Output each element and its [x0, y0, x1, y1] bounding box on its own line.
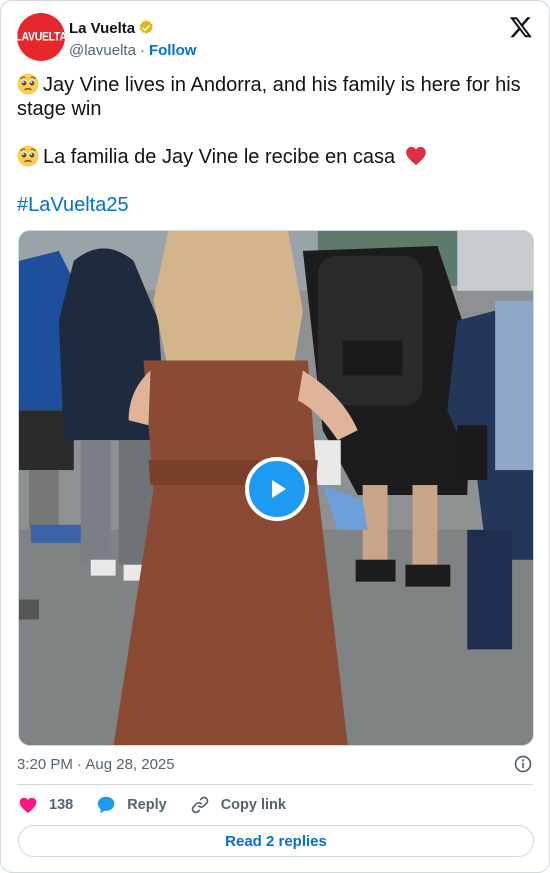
author-handle[interactable]: @lavuelta — [69, 42, 136, 59]
tweet-text: Jay Vine lives in Andorra, and his famil… — [17, 73, 535, 217]
tweet-line-spanish: La familia de Jay Vine le recibe en casa — [17, 145, 535, 169]
like-button[interactable]: 138 — [17, 794, 73, 816]
video-player[interactable] — [18, 230, 534, 746]
divider — [17, 784, 533, 785]
heart-icon — [17, 794, 39, 816]
follow-button[interactable]: Follow — [149, 42, 197, 59]
reply-label: Reply — [127, 797, 167, 813]
copy-link-label: Copy link — [220, 797, 286, 813]
action-bar: 138 Reply Copy link — [17, 793, 308, 817]
separator-dot: · — [139, 41, 145, 59]
tweet-text-line2: La familia de Jay Vine le recibe en casa — [43, 146, 396, 168]
red-heart-emoji — [405, 146, 426, 166]
author-info: La Vuelta @lavuelta · Follow — [69, 18, 196, 60]
reply-bubble-icon — [95, 794, 117, 816]
hashtag-link[interactable]: #LaVuelta25 — [17, 194, 129, 216]
tweet-text-line1: Jay Vine lives in Andorra, and his famil… — [17, 74, 521, 120]
tweet-header: LAVUELTA La Vuelta @lavuelta · Follow — [17, 13, 533, 63]
link-icon — [189, 794, 211, 816]
author-display-name[interactable]: La Vuelta — [69, 20, 135, 37]
copy-link-button[interactable]: Copy link — [189, 794, 286, 816]
like-count: 138 — [49, 797, 74, 813]
tweet-card: LAVUELTA La Vuelta @lavuelta · Follow Ja… — [0, 0, 550, 873]
read-replies-button[interactable]: Read 2 replies — [18, 825, 534, 857]
gold-verified-icon — [139, 20, 153, 34]
tweet-line-hashtag: #LaVuelta25 — [17, 193, 535, 217]
avatar-logo-text: LAVUELTA — [17, 30, 65, 44]
pleading-face-emoji — [17, 145, 39, 167]
play-button[interactable] — [245, 457, 309, 521]
reply-button[interactable]: Reply — [95, 794, 167, 816]
info-icon[interactable] — [513, 754, 533, 774]
x-logo-icon[interactable] — [509, 15, 533, 39]
play-icon — [272, 480, 286, 498]
tweet-line-english: Jay Vine lives in Andorra, and his famil… — [17, 73, 535, 121]
pleading-face-emoji — [17, 73, 39, 95]
post-timestamp[interactable]: 3:20 PM · Aug 28, 2025 — [17, 756, 175, 773]
timestamp-row: 3:20 PM · Aug 28, 2025 — [17, 753, 533, 775]
avatar[interactable]: LAVUELTA — [17, 13, 65, 61]
